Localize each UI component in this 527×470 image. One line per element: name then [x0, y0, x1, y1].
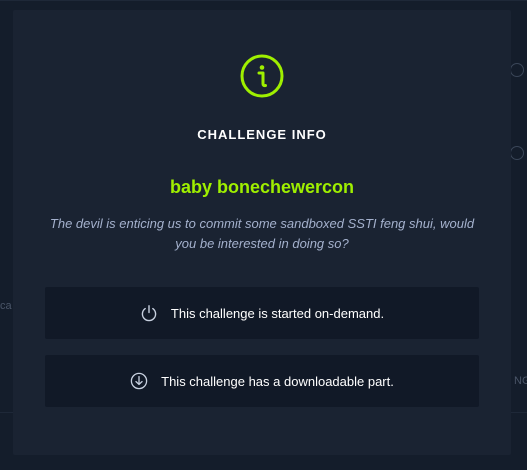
download-icon: [130, 372, 148, 390]
challenge-name: baby bonechewercon: [169, 177, 355, 197]
background-power-icon: [510, 63, 524, 77]
modal-title: CHALLENGE INFO: [197, 127, 327, 142]
power-icon: [141, 305, 157, 322]
info-icon: [240, 54, 284, 98]
challenge-info-modal: CHALLENGE INFO baby bonechewercon The de…: [13, 10, 511, 455]
challenge-description: The devil is enticing us to commit some …: [49, 216, 475, 251]
background-text-fragment: NG: [514, 375, 527, 387]
background-power-icon: [510, 146, 524, 160]
feature-text: This challenge is started on-demand.: [170, 305, 385, 321]
feature-text: This challenge has a downloadable part.: [161, 373, 394, 389]
background-divider: [0, 0, 527, 1]
background-text-fragment: ca: [0, 300, 12, 312]
feature-on-demand: This challenge is started on-demand.: [45, 287, 479, 339]
feature-downloadable: This challenge has a downloadable part.: [45, 355, 479, 407]
